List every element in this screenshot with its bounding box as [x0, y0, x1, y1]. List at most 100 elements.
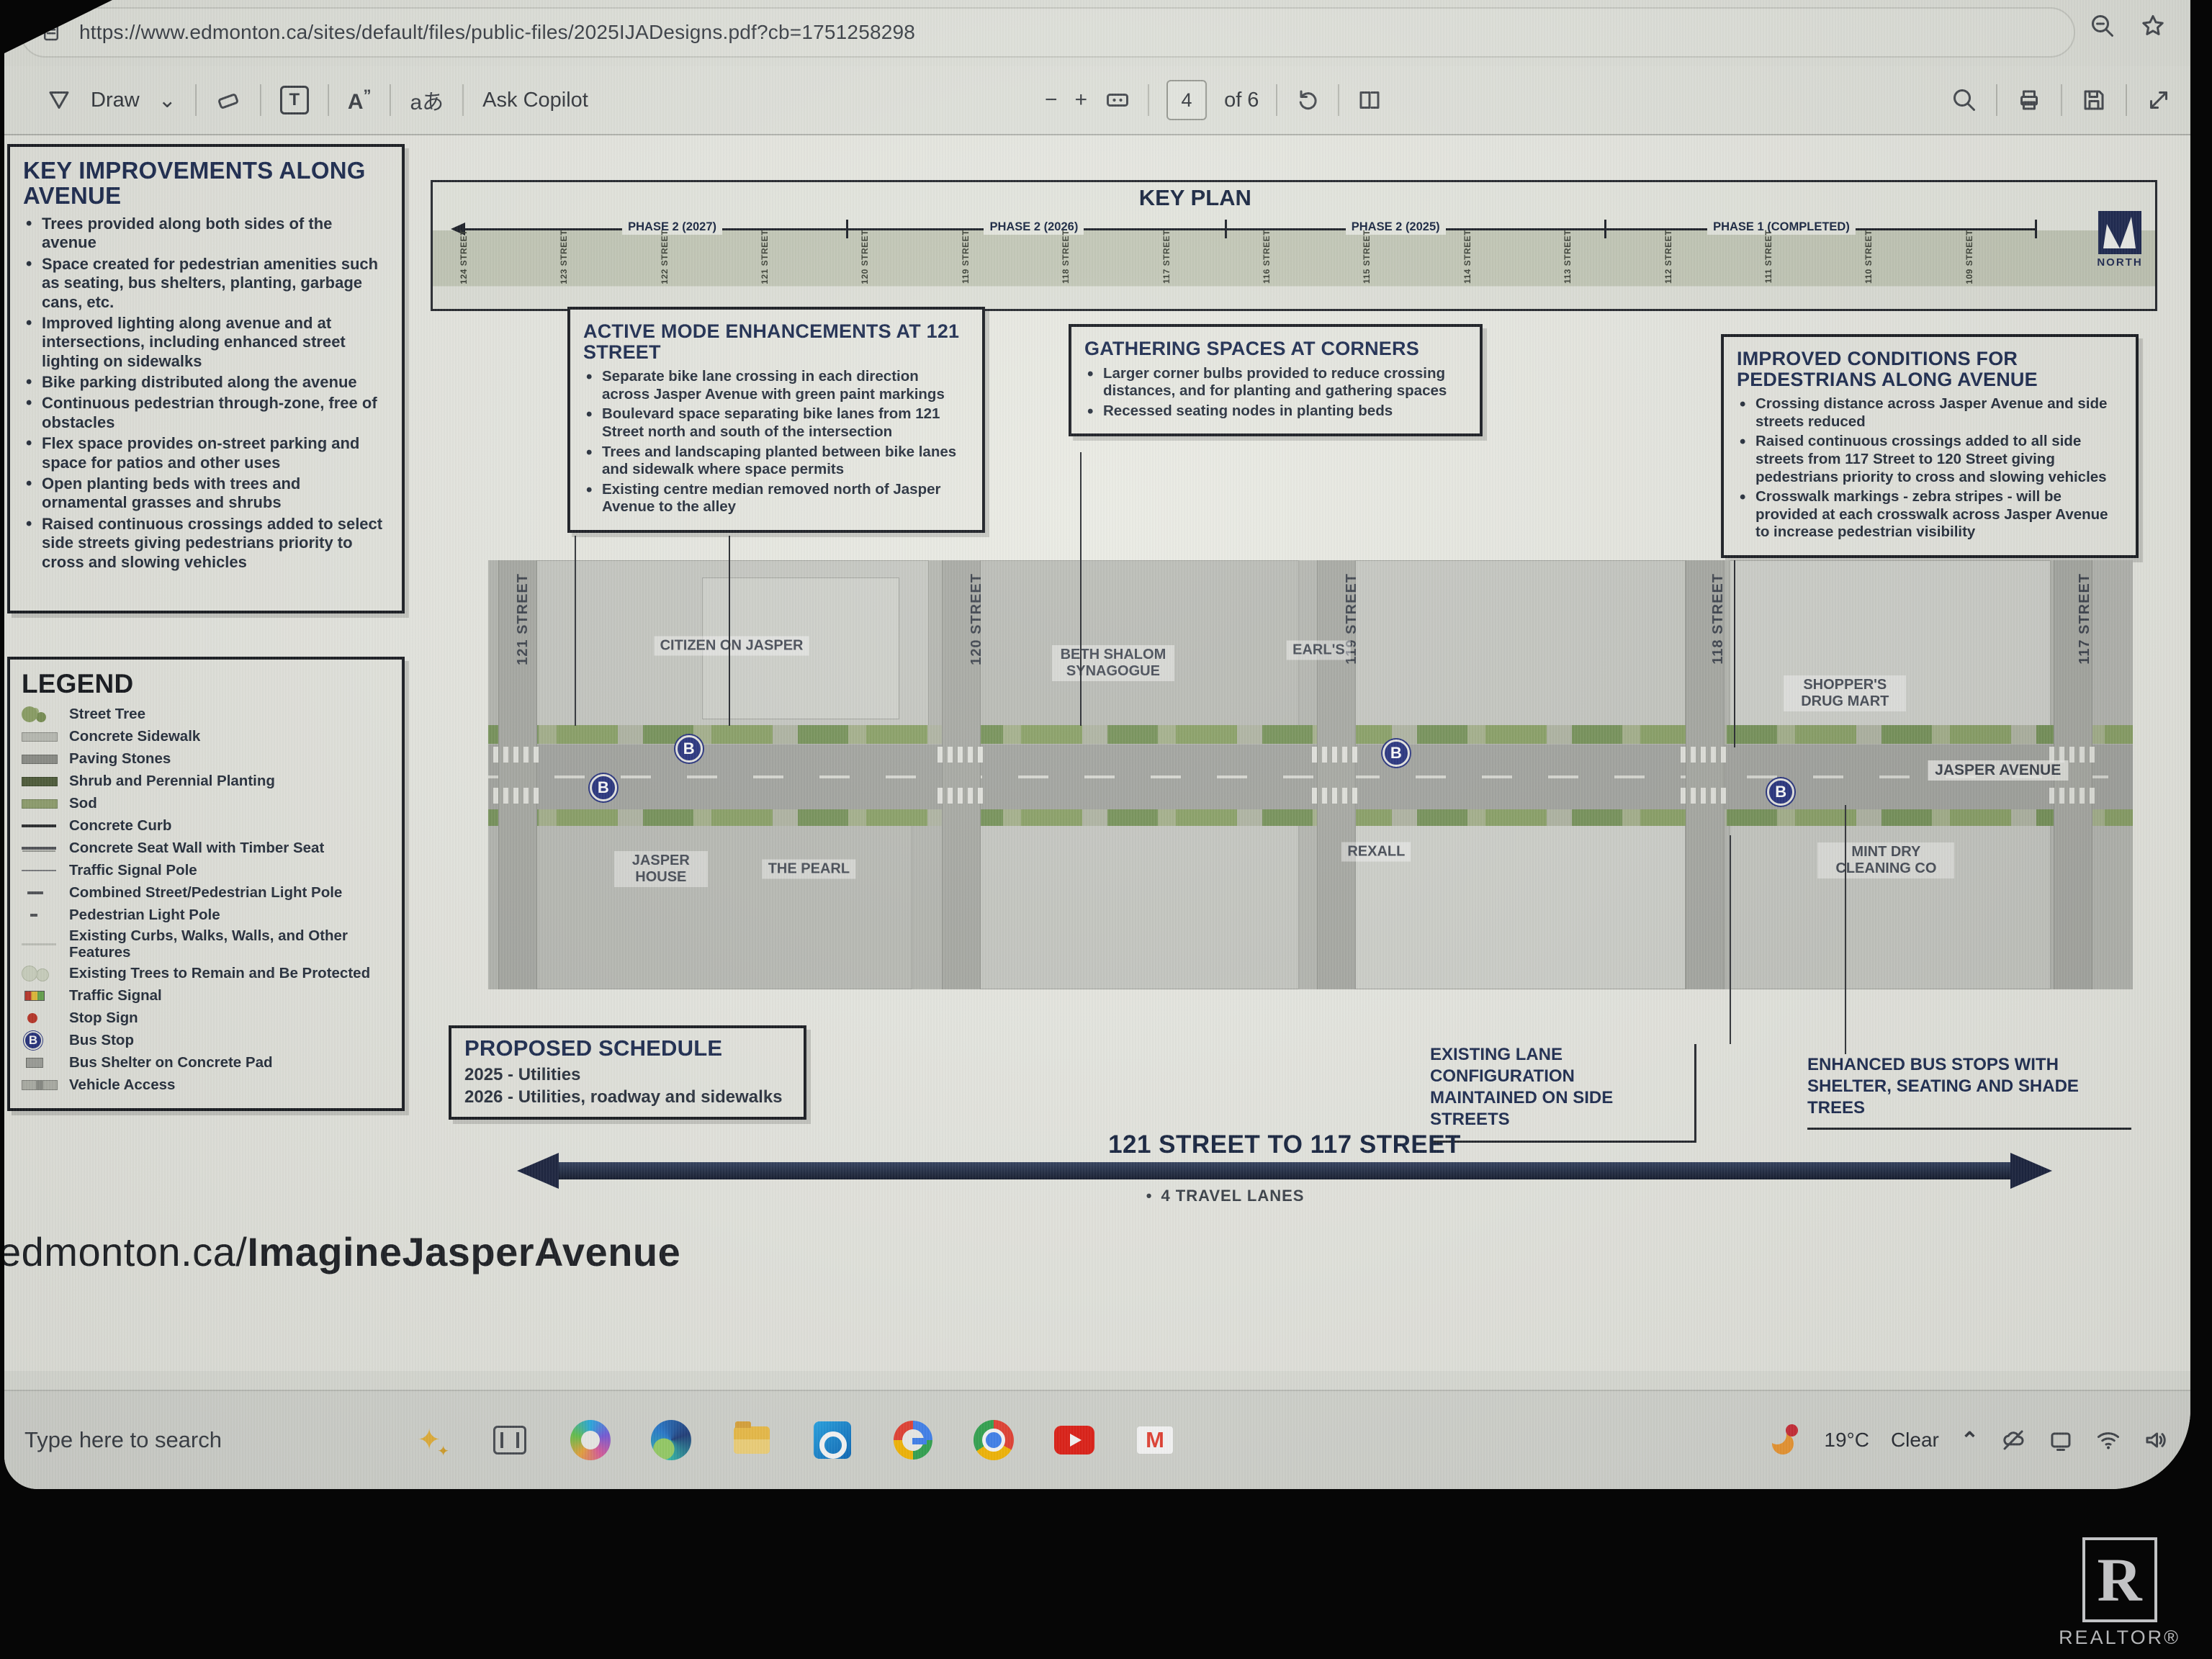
legend-item-label: Bus Shelter on Concrete Pad [69, 1055, 273, 1071]
favorites-star-icon[interactable] [2140, 13, 2166, 39]
map-building-label: REXALL [1341, 842, 1411, 862]
monitor-bezel-corner [4, 0, 112, 53]
page-count-label: of 6 [1224, 89, 1259, 112]
legend-item: Bus Shelter on Concrete Pad [22, 1053, 390, 1072]
key-plan-street-label: 111 STREET [1763, 230, 1773, 283]
outlook-icon [814, 1421, 851, 1459]
gmail-app-button[interactable]: M [1133, 1419, 1177, 1462]
bullet-item: Raised continuous crossings added to all… [1737, 433, 2123, 486]
monitor-screen: https://www.edmonton.ca/sites/default/fi… [4, 0, 2190, 1489]
campaign-url-prefix: edmonton.ca/ [4, 1229, 247, 1274]
edge-app-button[interactable] [649, 1419, 693, 1462]
youtube-app-button[interactable] [1053, 1419, 1096, 1462]
legend-item: B Bus Stop [22, 1031, 390, 1050]
legend-item: Existing Trees to Remain and Be Protecte… [22, 964, 390, 983]
legend-swatch-icon [22, 1009, 62, 1028]
bullet-item: Space created for pedestrian amenities s… [23, 255, 389, 312]
copilot-app-button[interactable] [569, 1419, 612, 1462]
text-box-tool-icon[interactable]: T [280, 86, 309, 114]
weather-icon[interactable] [1771, 1424, 1802, 1456]
connected-devices-icon[interactable] [2048, 1427, 2074, 1453]
bullet-item: Crossing distance across Jasper Avenue a… [1737, 395, 2123, 431]
windows-taskbar: Type here to search ✦ ✦ M [4, 1390, 2190, 1489]
leader-line [729, 536, 730, 726]
legend-item: Sod [22, 794, 390, 813]
legend-panel: LEGEND Street Tree Concrete Sidewalk [7, 657, 405, 1111]
legend-swatch-icon: B [22, 1031, 62, 1050]
save-icon[interactable] [2081, 87, 2107, 113]
print-icon[interactable] [2016, 87, 2042, 113]
page-number-input[interactable]: 4 [1166, 80, 1207, 120]
chrome-app-button[interactable] [972, 1419, 1015, 1462]
improved-conditions-panel: IMPROVED CONDITIONS FOR PEDESTRIANS ALON… [1721, 334, 2139, 558]
schedule-line: 2026 - Utilities, roadway and sidewalks [464, 1086, 791, 1108]
key-plan-street-label: 114 STREET [1462, 230, 1473, 284]
legend-item-label: Shrub and Perennial Planting [69, 773, 275, 790]
legend-item: Concrete Seat Wall with Timber Seat [22, 839, 390, 858]
taskbar-search-input[interactable]: Type here to search [24, 1427, 222, 1453]
planting-strip [488, 725, 2133, 744]
search-highlights-icon[interactable]: ✦ ✦ [408, 1419, 451, 1462]
schedule-lines: 2025 - Utilities2026 - Utilities, roadwa… [464, 1064, 791, 1108]
edge-icon [651, 1420, 691, 1460]
bullet-list: Crossing distance across Jasper Avenue a… [1737, 395, 2123, 541]
google-app-button[interactable] [891, 1419, 935, 1462]
fit-to-width-icon[interactable] [1105, 87, 1130, 113]
address-bar[interactable]: https://www.edmonton.ca/sites/default/fi… [20, 7, 2075, 58]
active-mode-panel: ACTIVE MODE ENHANCEMENTS AT 121 STREET S… [567, 307, 985, 533]
key-plan-street-label: 121 STREET [760, 230, 770, 284]
draw-icon[interactable] [46, 87, 72, 113]
legend-swatch-icon [22, 817, 62, 835]
zoom-out-button[interactable]: − [1045, 88, 1058, 112]
eraser-icon[interactable] [215, 87, 241, 113]
read-aloud-icon[interactable]: A [348, 86, 372, 114]
chrome-icon [974, 1420, 1014, 1460]
bus-stop-icon: B [1382, 739, 1410, 767]
ask-copilot-button[interactable]: Ask Copilot [482, 89, 588, 112]
panel-title: IMPROVED CONDITIONS FOR PEDESTRIANS ALON… [1737, 349, 2123, 390]
weather-temperature[interactable]: 19°C [1824, 1429, 1869, 1452]
onedrive-paused-icon[interactable] [2000, 1427, 2026, 1453]
draw-button[interactable]: Draw [91, 89, 140, 112]
legend-item: Combined Street/Pedestrian Light Pole [22, 884, 390, 902]
realtor-logo-icon: R [2082, 1537, 2157, 1622]
bullet-item: Flex space provides on-street parking an… [23, 434, 389, 472]
volume-icon[interactable] [2143, 1427, 2169, 1453]
search-document-icon[interactable] [1951, 87, 1977, 113]
weather-condition[interactable]: Clear [1891, 1429, 1939, 1452]
bullet-item: Raised continuous crossings added to sel… [23, 515, 389, 572]
draw-caret-icon[interactable]: ⌄ [158, 88, 176, 113]
key-improvements-panel: KEY IMPROVEMENTS ALONG AVENUE Trees prov… [7, 144, 405, 613]
legend-item-label: Paving Stones [69, 751, 171, 768]
translate-icon[interactable]: aあ [410, 84, 444, 116]
wifi-icon[interactable] [2095, 1427, 2121, 1453]
tray-chevron-up-icon[interactable]: ⌃ [1961, 1428, 1979, 1453]
legend-swatch-icon [22, 794, 62, 813]
url-text[interactable]: https://www.edmonton.ca/sites/default/fi… [79, 21, 915, 44]
key-plan-street-label: 115 STREET [1362, 230, 1372, 284]
outlook-app-button[interactable] [811, 1419, 854, 1462]
map-building-label: BETH SHALOM SYNAGOGUE [1052, 645, 1174, 681]
page-view-icon[interactable] [1357, 87, 1382, 113]
legend-item: Street Tree [22, 705, 390, 724]
key-plan-street-label: 123 STREET [559, 230, 569, 284]
bullet-list: Larger corner bulbs provided to reduce c… [1084, 365, 1467, 421]
key-plan-street-label: 118 STREET [1061, 230, 1071, 284]
file-explorer-button[interactable] [730, 1419, 773, 1462]
campaign-url-bold: ImagineJasperAvenue [247, 1229, 680, 1274]
task-view-button[interactable] [488, 1419, 531, 1462]
street-range-annotation: 121 STREET TO 117 STREET 4 TRAVEL LANES [516, 1130, 2054, 1210]
zoom-in-button[interactable]: + [1075, 88, 1088, 112]
gathering-spaces-panel: GATHERING SPACES AT CORNERS Larger corne… [1069, 324, 1483, 436]
crosswalk [1312, 747, 1359, 763]
rotate-icon[interactable] [1295, 87, 1321, 113]
expand-icon[interactable] [2146, 87, 2172, 113]
legend-item: Stop Sign [22, 1009, 390, 1028]
zoom-out-icon[interactable] [2090, 13, 2116, 39]
north-label: NORTH [2092, 256, 2148, 269]
toolbar-separator [260, 84, 261, 116]
leader-line [1734, 560, 1735, 747]
legend-title: LEGEND [22, 670, 390, 698]
youtube-icon [1054, 1426, 1094, 1455]
key-plan-street-label: 112 STREET [1663, 230, 1673, 284]
